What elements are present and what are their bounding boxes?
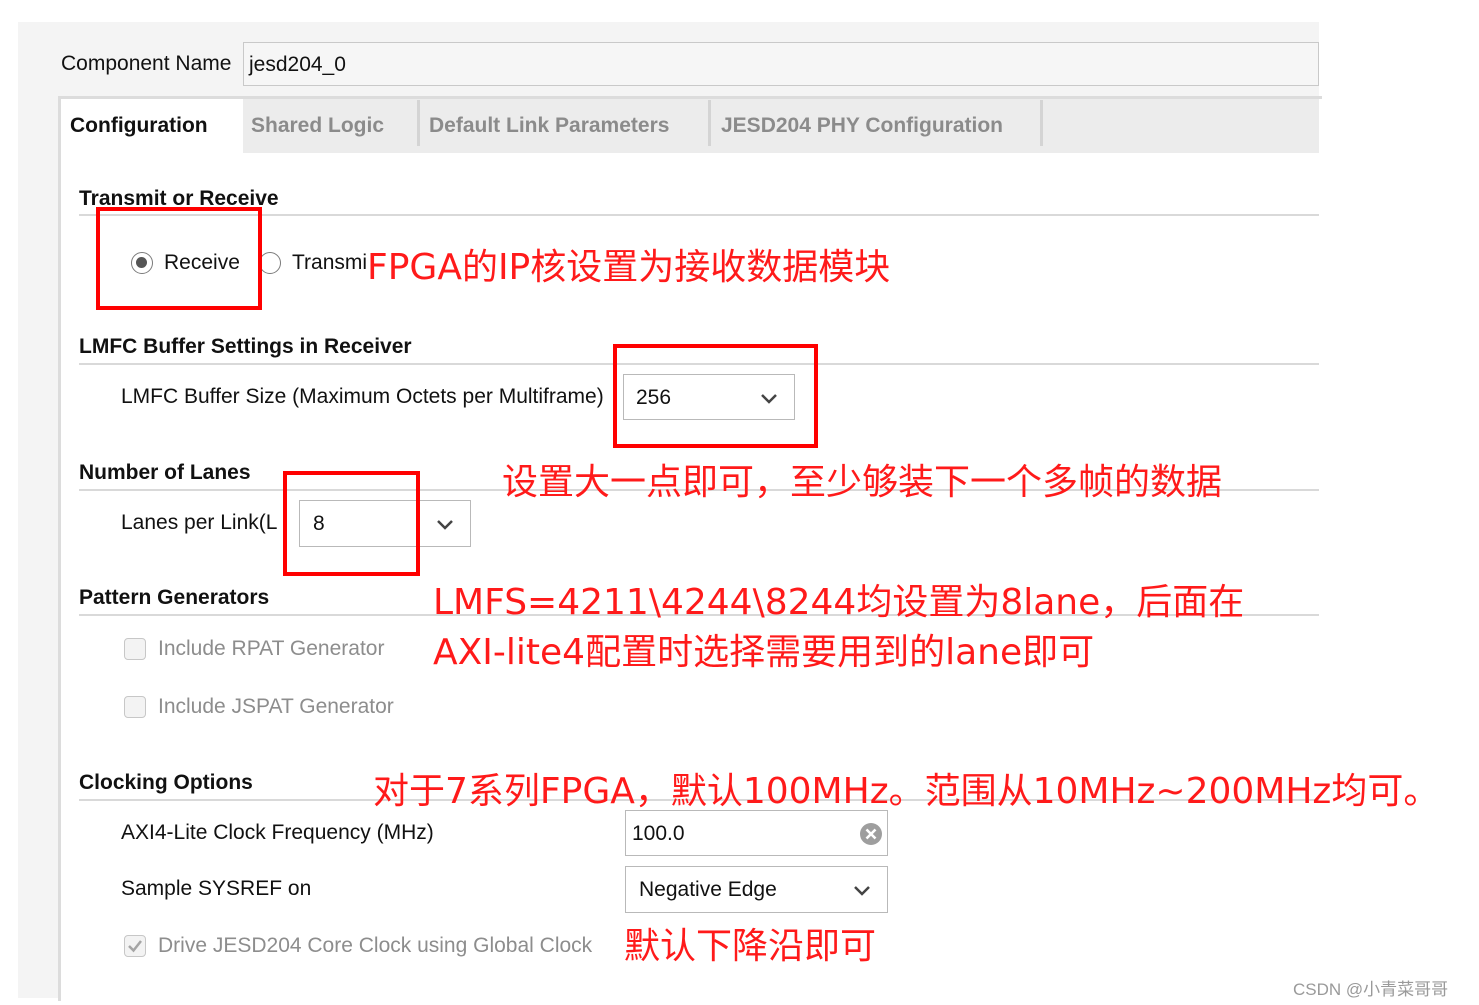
highlight-box-receive: [96, 207, 262, 310]
transmit-radio[interactable]: [259, 252, 281, 274]
section-divider: [79, 214, 1319, 216]
global-clock-label: Drive JESD204 Core Clock using Global Cl…: [158, 934, 593, 957]
highlight-box-buffer: [613, 344, 818, 448]
rpat-label: Include RPAT Generator: [158, 637, 385, 660]
sample-sysref-dropdown[interactable]: Negative Edge: [625, 866, 888, 913]
section-title-lanes: Number of Lanes: [79, 461, 251, 484]
jspat-checkbox[interactable]: [124, 696, 146, 718]
tab-jesd204-phy-configuration[interactable]: JESD204 PHY Configuration: [721, 99, 1003, 153]
axi-clock-frequency-value: 100.0: [632, 822, 685, 845]
sample-sysref-label: Sample SYSREF on: [121, 877, 312, 900]
section-title-clocking: Clocking Options: [79, 771, 253, 794]
chevron-down-icon: [854, 886, 870, 896]
watermark: CSDN @小青菜哥哥: [1293, 980, 1449, 999]
tab-shared-logic[interactable]: Shared Logic: [251, 99, 384, 153]
tab-divider: [708, 100, 711, 146]
transmit-radio-label: Transmi: [292, 251, 368, 274]
tab-divider: [417, 100, 420, 146]
axi-clock-frequency-label: AXI4-Lite Clock Frequency (MHz): [121, 821, 434, 844]
lanes-per-link-label: Lanes per Link(L: [121, 511, 278, 534]
chevron-down-icon: [437, 520, 453, 530]
sample-sysref-value: Negative Edge: [639, 878, 777, 901]
lmfc-buffer-size-label: LMFC Buffer Size (Maximum Octets per Mul…: [121, 385, 604, 408]
clear-icon[interactable]: [859, 822, 883, 846]
component-name-field[interactable]: jesd204_0: [243, 42, 1319, 86]
axi-clock-frequency-input[interactable]: 100.0: [625, 810, 888, 856]
section-title-pattern-generators: Pattern Generators: [79, 586, 270, 609]
annotation-sysref: 默认下降沿即可: [624, 926, 877, 967]
component-name-label: Component Name: [61, 52, 232, 75]
annotation-clock: 对于7系列FPGA，默认100MHz。范围从10MHz~200MHz均可。: [373, 771, 1440, 812]
highlight-box-lanes: [283, 471, 420, 576]
checkmark-icon: [128, 940, 142, 953]
global-clock-checkbox[interactable]: [124, 935, 146, 957]
section-title-lmfc: LMFC Buffer Settings in Receiver: [79, 335, 412, 358]
annotation-lanes-line2: AXI-lite4配置时选择需要用到的lane即可: [433, 632, 1095, 673]
jspat-label: Include JSPAT Generator: [158, 695, 394, 718]
annotation-lanes-line1: LMFS=4211\4244\8244均设置为8lane，后面在: [433, 582, 1245, 623]
annotation-buffer: 设置大一点即可，至少够装下一个多帧的数据: [502, 462, 1223, 503]
annotation-receive: FPGA的IP核设置为接收数据模块: [367, 247, 891, 288]
tab-strip: [61, 99, 1319, 153]
tab-default-link-parameters[interactable]: Default Link Parameters: [429, 99, 669, 153]
rpat-checkbox[interactable]: [124, 638, 146, 660]
tab-configuration[interactable]: Configuration: [61, 99, 243, 153]
tab-divider: [1040, 100, 1043, 146]
